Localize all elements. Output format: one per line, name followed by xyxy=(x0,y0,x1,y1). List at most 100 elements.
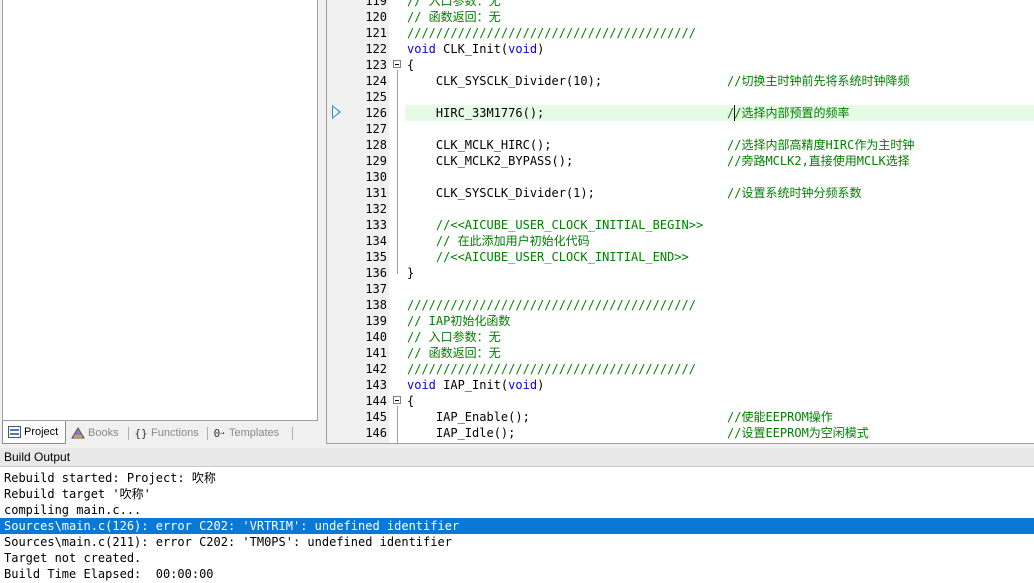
line-number: 137 xyxy=(365,282,387,296)
code-text: CLK_SYSCLK_Divider(1); xyxy=(407,186,595,200)
code-line[interactable]: 126 HIRC_33M1776(); //选择内部预置的频率 xyxy=(365,105,1034,121)
line-number: 142 xyxy=(365,362,387,376)
line-number: 130 xyxy=(365,170,387,184)
build-output-line[interactable]: Build Time Elapsed: 00:00:00 xyxy=(0,566,1034,582)
line-number: 121 xyxy=(365,26,387,40)
code-text: // 入口参数：无 xyxy=(407,0,501,8)
project-panel-tabs: Project Books {} Functions 0 → Templates xyxy=(0,421,322,446)
code-text: // 函数返回：无 xyxy=(407,10,501,24)
code-text: IAP_Idle(); xyxy=(407,426,516,440)
line-number: 141 xyxy=(365,346,387,360)
books-icon xyxy=(71,426,85,440)
code-comment: //设置EEPROM为空闲模式 xyxy=(727,426,869,440)
fold-toggle-icon[interactable] xyxy=(393,60,401,68)
build-output-line[interactable]: Rebuild target '吹称' xyxy=(0,486,1034,502)
code-line[interactable]: 137 xyxy=(327,281,1034,297)
tab-label: Templates xyxy=(229,427,280,439)
code-text: // 函数返回：无 xyxy=(407,346,501,360)
tab-label: Project xyxy=(24,426,59,438)
tab-separator xyxy=(128,427,129,440)
line-number: 133 xyxy=(365,218,387,232)
build-output-line[interactable]: Sources\main.c(211): error C202: 'TM0PS'… xyxy=(0,534,1034,550)
code-text: void IAP_Init(void) xyxy=(407,378,545,392)
code-text: // 在此添加用户初始化代码 xyxy=(407,234,590,248)
line-number: 135 xyxy=(365,250,387,264)
project-tree[interactable] xyxy=(2,0,318,421)
code-line[interactable]: 131 CLK_SYSCLK_Divider(1); //设置系统时钟分频系数 xyxy=(327,185,1034,201)
code-line[interactable]: 120 // 函数返回：无 xyxy=(327,9,1034,25)
tab-books[interactable]: Books xyxy=(67,423,127,443)
code-line[interactable]: 134 // 在此添加用户初始化代码 xyxy=(327,233,1034,249)
code-comment: //切换主时钟前先将系统时钟降频 xyxy=(727,74,910,88)
code-comment: //选择内部预置的频率 xyxy=(727,106,850,120)
code-line[interactable]: 136} xyxy=(327,265,1034,281)
code-line[interactable]: 143 void IAP_Init(void) xyxy=(327,377,1034,393)
code-line[interactable]: 128 CLK_MCLK_HIRC(); //选择内部高精度HIRC作为主时钟 xyxy=(327,137,1034,153)
build-output-line-selected[interactable]: Sources\main.c(126): error C202: 'VRTRIM… xyxy=(0,518,1034,534)
code-line[interactable]: 124 CLK_SYSCLK_Divider(10); //切换主时钟前先将系统时… xyxy=(327,73,1034,89)
tab-project[interactable]: Project xyxy=(2,421,66,444)
line-number: 139 xyxy=(365,314,387,328)
code-line[interactable]: 129 CLK_MCLK2_BYPASS(); //旁路MCLK2,直接使用MCL… xyxy=(327,153,1034,169)
build-output-panel: Build Output Rebuild started: Project: 吹… xyxy=(0,448,1034,583)
code-text: IAP_Enable(); xyxy=(407,410,530,424)
build-output-line[interactable]: Rebuild started: Project: 吹称 xyxy=(0,470,1034,486)
text-caret xyxy=(734,105,735,121)
code-line[interactable]: 121 /////////////////////////////////////… xyxy=(327,25,1034,41)
code-line[interactable]: 123 { xyxy=(327,57,1034,73)
line-number: 140 xyxy=(365,330,387,344)
code-line[interactable]: 127 xyxy=(327,121,1034,137)
project-panel: Project Books {} Functions 0 → Templates xyxy=(0,0,322,446)
code-text: //////////////////////////////////////// xyxy=(407,362,696,376)
line-number: 126 xyxy=(365,106,387,120)
code-text: CLK_SYSCLK_Divider(10); xyxy=(407,74,603,88)
code-line[interactable]: 144 { xyxy=(327,393,1034,409)
code-line[interactable]: 135 //<<AICUBE_USER_CLOCK_INITIAL_END>> xyxy=(327,249,1034,265)
tab-templates[interactable]: 0 → Templates xyxy=(208,423,292,443)
line-number: 143 xyxy=(365,378,387,392)
line-number: 132 xyxy=(365,202,387,216)
code-text: // 入口参数：无 xyxy=(407,330,501,344)
code-text: //<<AICUBE_USER_CLOCK_INITIAL_END>> xyxy=(407,250,689,264)
code-editor[interactable]: 119 // 入口参数：无 120 // 函数返回：无 121 /////////////… xyxy=(326,0,1034,444)
templates-icon: 0 → xyxy=(213,426,225,440)
code-line[interactable]: 140 // 入口参数：无 xyxy=(327,329,1034,345)
line-number: 122 xyxy=(365,42,387,56)
code-line[interactable]: 133 //<<AICUBE_USER_CLOCK_INITIAL_BEGIN>… xyxy=(327,217,1034,233)
line-number: 131 xyxy=(365,186,387,200)
code-text: //////////////////////////////////////// xyxy=(407,298,696,312)
line-number: 134 xyxy=(365,234,387,248)
code-text: { xyxy=(407,58,415,72)
build-output-line[interactable]: compiling main.c... xyxy=(0,502,1034,518)
code-text: } xyxy=(407,266,415,280)
line-number: 138 xyxy=(365,298,387,312)
code-text: CLK_MCLK_HIRC(); xyxy=(407,138,552,152)
line-number: 129 xyxy=(365,154,387,168)
code-comment: //设置系统时钟分频系数 xyxy=(727,186,862,200)
code-line[interactable]: 132 xyxy=(327,201,1034,217)
tab-functions[interactable]: {} Functions xyxy=(130,423,206,443)
code-line[interactable]: 125 xyxy=(327,89,1034,105)
code-line[interactable]: 139 // IAP初始化函数 xyxy=(327,313,1034,329)
tab-label: Functions xyxy=(151,427,199,439)
code-line[interactable]: 130 xyxy=(327,169,1034,185)
tab-label: Books xyxy=(88,427,119,439)
code-line[interactable]: 122 void CLK_Init(void) xyxy=(327,41,1034,57)
code-line[interactable]: 146 IAP_Idle(); //设置EEPROM为空闲模式 xyxy=(327,425,1034,441)
line-number: 119 xyxy=(365,0,387,8)
line-number: 127 xyxy=(365,122,387,136)
code-line[interactable]: 142 /////////////////////////////////////… xyxy=(327,361,1034,377)
fold-toggle-icon[interactable] xyxy=(393,396,401,404)
code-comment: //使能EEPROM操作 xyxy=(727,410,833,424)
code-line[interactable]: 119 // 入口参数：无 xyxy=(327,0,1034,9)
code-text: CLK_MCLK2_BYPASS(); xyxy=(407,154,574,168)
code-text: //<<AICUBE_USER_CLOCK_INITIAL_BEGIN>> xyxy=(407,218,704,232)
line-number: 136 xyxy=(365,266,387,280)
code-line[interactable]: 141 // 函数返回：无 xyxy=(327,345,1034,361)
code-line[interactable]: 138 /////////////////////////////////////… xyxy=(327,297,1034,313)
line-number: 144 xyxy=(365,394,387,408)
line-number: 120 xyxy=(365,10,387,24)
code-line[interactable]: 145 IAP_Enable(); //使能EEPROM操作 xyxy=(327,409,1034,425)
code-text: HIRC_33M1776(); xyxy=(407,106,545,120)
build-output-line[interactable]: Target not created. xyxy=(0,550,1034,566)
